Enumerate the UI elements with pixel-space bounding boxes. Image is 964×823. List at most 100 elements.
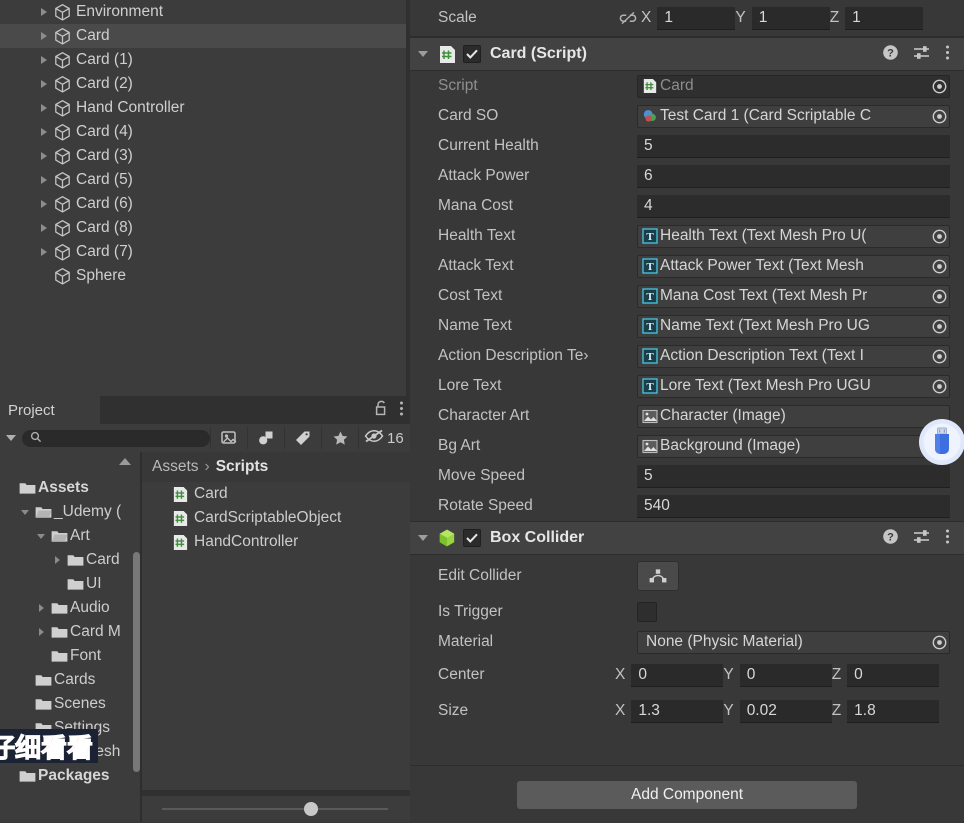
preset-icon[interactable] [913, 44, 931, 65]
scale-z-field[interactable]: 1 [845, 6, 924, 30]
size-x-field[interactable]: 1.3 [631, 699, 724, 723]
zoom-slider-knob[interactable] [304, 802, 318, 816]
expand-arrow-icon[interactable] [36, 168, 52, 192]
hierarchy-item[interactable]: Hand Controller [0, 96, 410, 120]
filter-by-label-icon[interactable] [284, 427, 321, 449]
expand-arrow-icon[interactable] [36, 240, 52, 264]
hierarchy-item[interactable]: Card (5) [0, 168, 410, 192]
help-icon[interactable]: ? [882, 528, 899, 549]
scale-x-field[interactable]: 1 [657, 6, 736, 30]
kebab-menu-icon[interactable] [945, 44, 950, 65]
property-number-field[interactable]: 4 [637, 194, 950, 218]
component-enabled-checkbox[interactable] [463, 45, 481, 63]
tab-project[interactable]: Project [0, 396, 100, 424]
object-picker-icon[interactable] [929, 349, 949, 364]
expand-arrow-icon[interactable] [36, 0, 52, 24]
project-tree-item[interactable]: Audio [0, 596, 140, 620]
preset-icon[interactable] [913, 528, 931, 549]
project-tree-item[interactable]: _Udemy ( [0, 500, 140, 524]
project-tree-item[interactable]: Scenes [0, 692, 140, 716]
project-tree-item[interactable]: Card [0, 548, 140, 572]
object-picker-icon[interactable] [929, 229, 949, 244]
project-tree-item[interactable]: Packages [0, 764, 140, 788]
expand-arrow-icon[interactable] [36, 72, 52, 96]
center-z-field[interactable]: 0 [847, 663, 940, 687]
property-object-field[interactable]: Background (Image) [637, 434, 950, 458]
size-z-field[interactable]: 1.8 [847, 699, 940, 723]
property-number-field[interactable]: 540 [637, 494, 950, 518]
hierarchy-item[interactable]: Environment [0, 0, 410, 24]
lock-icon[interactable] [374, 400, 389, 420]
hierarchy-panel[interactable]: Environment Card Card (1) Card (2) Hand Cont… [0, 0, 410, 396]
expand-arrow-icon[interactable] [36, 48, 52, 72]
hierarchy-item[interactable]: Card (8) [0, 216, 410, 240]
object-picker-icon[interactable] [929, 635, 949, 650]
expand-arrow-icon[interactable] [50, 556, 64, 564]
property-object-field[interactable]: Card [637, 74, 950, 98]
foldout-arrow-icon[interactable] [410, 51, 436, 57]
property-object-field[interactable]: T Lore Text (Text Mesh Pro UGU [637, 374, 950, 398]
edit-collider-button[interactable] [637, 561, 679, 591]
breadcrumb-root[interactable]: Assets [152, 458, 199, 476]
hierarchy-item[interactable]: Card (6) [0, 192, 410, 216]
center-y-field[interactable]: 0 [739, 663, 832, 687]
filter-by-image-icon[interactable] [210, 427, 247, 449]
expand-arrow-icon[interactable] [34, 628, 48, 636]
hierarchy-item[interactable]: Card (2) [0, 72, 410, 96]
hierarchy-item-selected[interactable]: Card [0, 24, 410, 48]
kebab-menu-icon[interactable] [945, 528, 950, 549]
scale-y-field[interactable]: 1 [751, 6, 830, 30]
hierarchy-item[interactable]: Card (7) [0, 240, 410, 264]
search-input[interactable] [22, 429, 210, 447]
filter-by-type-icon[interactable] [247, 427, 284, 449]
size-y-field[interactable]: 0.02 [739, 699, 832, 723]
component-header-card-script[interactable]: Card (Script) ? [410, 37, 964, 71]
project-tree-item[interactable]: Art [0, 524, 140, 548]
project-tree-item[interactable]: UI [0, 572, 140, 596]
expand-arrow-icon[interactable] [18, 509, 32, 515]
object-picker-icon[interactable] [929, 109, 949, 124]
expand-arrow-icon[interactable] [36, 144, 52, 168]
component-enabled-checkbox[interactable] [463, 529, 481, 547]
expand-arrow-icon[interactable] [36, 192, 52, 216]
center-x-field[interactable]: 0 [631, 663, 724, 687]
hierarchy-item[interactable]: Sphere [0, 264, 410, 288]
hierarchy-item[interactable]: Card (3) [0, 144, 410, 168]
property-number-field[interactable]: 5 [637, 464, 950, 488]
property-object-field[interactable]: Character (Image) [637, 404, 950, 428]
property-number-field[interactable]: 5 [637, 134, 950, 158]
expand-arrow-icon[interactable] [36, 216, 52, 240]
help-icon[interactable]: ? [882, 44, 899, 65]
foldout-arrow-icon[interactable] [410, 535, 436, 541]
project-tree-item[interactable]: Font [0, 644, 140, 668]
expand-arrow-icon[interactable] [34, 533, 48, 539]
project-tree-scrollbar[interactable] [133, 552, 140, 772]
add-component-button[interactable]: Add Component [517, 780, 857, 809]
project-file-item[interactable]: HandController [142, 530, 410, 554]
expand-arrow-icon[interactable] [36, 96, 52, 120]
object-picker-icon[interactable] [929, 259, 949, 274]
project-tree-item[interactable]: Card M [0, 620, 140, 644]
project-file-item[interactable]: Card [142, 482, 410, 506]
expand-arrow-icon[interactable] [36, 24, 52, 48]
object-picker-icon[interactable] [929, 289, 949, 304]
project-folder-tree[interactable]: Assets _Udemy (Art Card UI Audio Card M Font Ca… [0, 452, 140, 822]
hidden-assets-filter[interactable]: 16 [358, 427, 404, 449]
property-object-field[interactable]: Test Card 1 (Card Scriptable C [637, 104, 950, 128]
project-file-item[interactable]: CardScriptableObject [142, 506, 410, 530]
property-object-field[interactable]: T Attack Power Text (Text Mesh [637, 254, 950, 278]
property-object-field[interactable]: T Action Description Text (Text I [637, 344, 950, 368]
component-header-box-collider[interactable]: Box Collider ? [410, 521, 964, 555]
property-object-field[interactable]: T Name Text (Text Mesh Pro UG [637, 314, 950, 338]
kebab-menu-icon[interactable] [399, 400, 404, 421]
project-tree-item[interactable]: Assets [0, 476, 140, 500]
project-tree-item[interactable]: Cards [0, 668, 140, 692]
object-picker-icon[interactable] [929, 319, 949, 334]
project-file-list-pane[interactable]: Assets › Scripts Card CardScriptableObjec… [142, 452, 410, 822]
object-picker-icon[interactable] [929, 379, 949, 394]
expand-arrow-icon[interactable] [36, 120, 52, 144]
expand-arrow-icon[interactable] [34, 604, 48, 612]
is-trigger-checkbox[interactable] [637, 602, 657, 622]
property-number-field[interactable]: 6 [637, 164, 950, 188]
material-object-field[interactable]: None (Physic Material) [637, 630, 950, 654]
